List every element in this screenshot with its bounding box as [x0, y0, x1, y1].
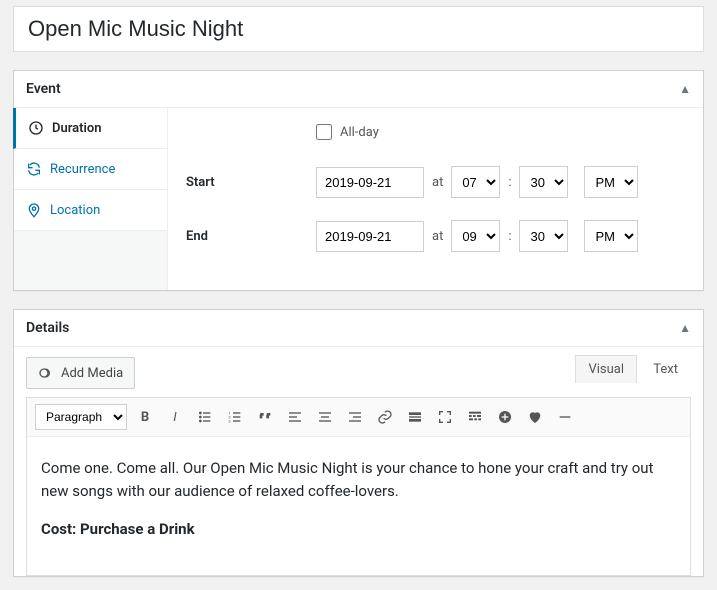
rich-text-editor: Paragraph B I 123	[26, 397, 691, 576]
bold-button[interactable]: B	[133, 405, 157, 429]
start-minute-select[interactable]: 30	[519, 166, 568, 198]
tab-duration-label: Duration	[52, 121, 102, 136]
svg-text:3: 3	[228, 418, 230, 423]
end-hour-select[interactable]: 09	[451, 220, 500, 252]
allday-label: All-day	[340, 125, 379, 140]
end-meridiem-select[interactable]: PM	[584, 220, 638, 252]
end-label: End	[186, 229, 316, 244]
title-wrapper	[13, 6, 704, 52]
align-right-button[interactable]	[343, 405, 367, 429]
refresh-icon	[26, 161, 42, 177]
body-paragraph: Come one. Come all. Our Open Mic Music N…	[41, 457, 676, 504]
tab-recurrence[interactable]: Recurrence	[14, 149, 167, 190]
map-pin-icon	[26, 202, 42, 218]
start-at-label: at	[432, 175, 443, 190]
format-select[interactable]: Paragraph	[35, 404, 127, 430]
numbered-list-button[interactable]: 123	[223, 405, 247, 429]
start-label: Start	[186, 175, 316, 190]
collapse-icon[interactable]: ▲	[679, 321, 691, 335]
details-panel-header: Details ▲	[14, 310, 703, 347]
fullscreen-button[interactable]	[433, 405, 457, 429]
add-media-label: Add Media	[61, 366, 123, 381]
hr-button[interactable]	[553, 405, 577, 429]
tab-recurrence-label: Recurrence	[50, 162, 115, 177]
duration-fields: All-day Start at 07 : 30 PM End at 09	[168, 108, 703, 290]
allday-checkbox[interactable]	[316, 124, 332, 140]
start-meridiem-select[interactable]: PM	[584, 166, 638, 198]
toolbar-toggle-button[interactable]	[463, 405, 487, 429]
event-panel-header: Event ▲	[14, 71, 703, 108]
tab-location[interactable]: Location	[14, 190, 167, 231]
details-panel-title: Details	[26, 320, 679, 336]
post-title-input[interactable]	[26, 15, 695, 43]
heart-button[interactable]	[523, 405, 547, 429]
media-icon	[38, 365, 54, 381]
editor-tab-text[interactable]: Text	[640, 355, 691, 384]
blockquote-button[interactable]	[253, 405, 277, 429]
event-panel-title: Event	[26, 81, 679, 97]
start-date-input[interactable]	[316, 167, 424, 198]
italic-button[interactable]: I	[163, 405, 187, 429]
end-at-label: at	[432, 229, 443, 244]
add-block-button[interactable]	[493, 405, 517, 429]
time-colon: :	[508, 175, 511, 190]
collapse-icon[interactable]: ▲	[679, 82, 691, 96]
end-minute-select[interactable]: 30	[519, 220, 568, 252]
event-panel: Event ▲ Duration Recurrence	[13, 70, 704, 291]
event-vertical-tabs: Duration Recurrence Location	[14, 108, 168, 290]
cost-line: Cost: Purchase a Drink	[41, 520, 195, 538]
align-center-button[interactable]	[313, 405, 337, 429]
clock-icon	[28, 120, 44, 136]
end-date-input[interactable]	[316, 221, 424, 252]
link-button[interactable]	[373, 405, 397, 429]
editor-toolbar: Paragraph B I 123	[27, 398, 690, 437]
details-panel: Details ▲ Add Media Visual Text Paragrap…	[13, 309, 704, 577]
read-more-button[interactable]	[403, 405, 427, 429]
time-colon: :	[508, 229, 511, 244]
start-hour-select[interactable]: 07	[451, 166, 500, 198]
add-media-button[interactable]: Add Media	[26, 357, 135, 389]
tab-duration[interactable]: Duration	[13, 108, 167, 149]
editor-content[interactable]: Come one. Come all. Our Open Mic Music N…	[27, 437, 690, 575]
tab-location-label: Location	[50, 203, 100, 218]
editor-tab-visual[interactable]: Visual	[575, 355, 637, 383]
align-left-button[interactable]	[283, 405, 307, 429]
bullet-list-button[interactable]	[193, 405, 217, 429]
